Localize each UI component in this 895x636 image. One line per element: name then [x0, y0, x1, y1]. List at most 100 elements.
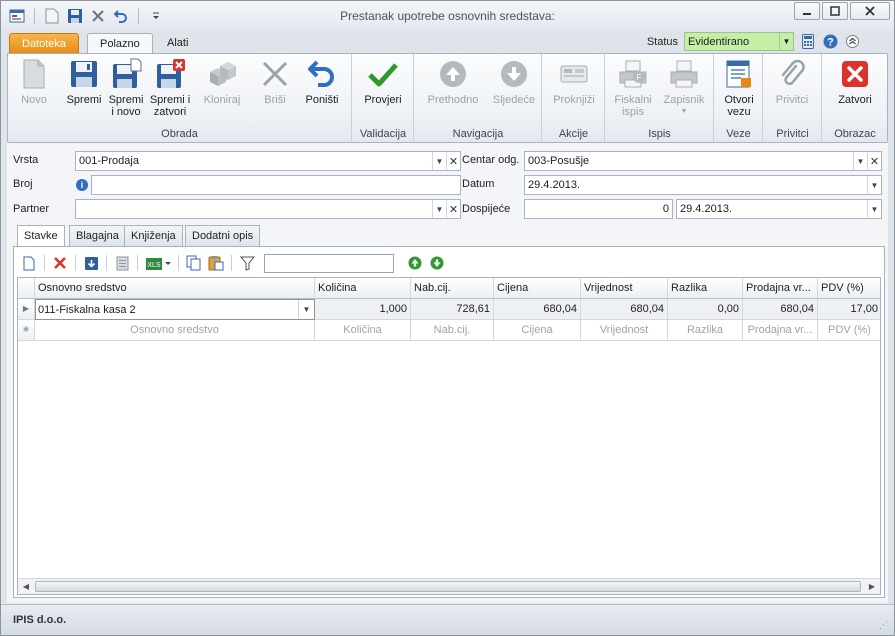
status-select[interactable]: Evidentirano ▼ — [684, 32, 794, 51]
col-header-pdv[interactable]: PDV (%) — [818, 278, 880, 299]
new-cell-nab-cij[interactable]: Nab.cij. — [411, 320, 494, 341]
vrsta-combo[interactable]: 001-Prodaja ▼ ✕ — [75, 151, 461, 171]
grid-search-input[interactable] — [264, 253, 394, 273]
move-up-icon[interactable] — [406, 254, 424, 272]
new-cell-prodajna-vr[interactable]: Prodajna vr... — [743, 320, 818, 341]
privitci-button[interactable]: Privitci — [771, 58, 813, 106]
partner-combo[interactable]: ▼ ✕ — [75, 199, 461, 219]
tab-blagajna[interactable]: Blagajna — [69, 225, 126, 246]
col-header-osnovno-sredstvo[interactable]: Osnovno sredstvo — [35, 278, 315, 299]
application-window: Prestanak upotrebe osnovnih sredstava: D… — [0, 0, 895, 636]
zapisnik-button[interactable]: Zapisnik ▼ — [660, 58, 708, 118]
proknjizi-button[interactable]: Proknjiži — [548, 58, 600, 106]
copy-icon[interactable] — [185, 254, 203, 272]
centar-combo[interactable]: 003-Posušje ▼ ✕ — [524, 151, 882, 171]
tab-knjizenja[interactable]: Knjiženja — [124, 225, 183, 246]
provjeri-button[interactable]: Provjeri — [362, 58, 404, 106]
tab-polazno[interactable]: Polazno — [87, 33, 153, 54]
clear-icon[interactable]: ✕ — [446, 200, 460, 218]
horizontal-scrollbar[interactable]: ◀ ▶ — [18, 578, 880, 594]
new-row-icon[interactable] — [20, 254, 38, 272]
tab-dodatni-opis[interactable]: Dodatni opis — [185, 225, 261, 246]
chevron-down-icon[interactable]: ▼ — [432, 200, 446, 218]
tab-alati[interactable]: Alati — [155, 33, 200, 54]
cell-vrijednost[interactable]: 680,04 — [581, 299, 668, 320]
col-header-prodajna-vr[interactable]: Prodajna vr... — [743, 278, 818, 299]
new-item-row[interactable]: ✱ Osnovno sredstvo Količina Nab.cij. Cij… — [18, 320, 880, 341]
scroll-left-icon[interactable]: ◀ — [19, 580, 33, 593]
otvori-label-2: vezu — [727, 106, 751, 118]
maximize-button[interactable] — [822, 2, 848, 20]
otvori-label-1: Otvori — [724, 94, 754, 106]
close-icon — [865, 6, 875, 16]
export-xls-icon[interactable]: XLS — [144, 254, 172, 272]
help-icon[interactable]: ? — [822, 34, 838, 50]
delete-row-icon[interactable] — [51, 254, 69, 272]
spremi-button[interactable]: Spremi — [63, 58, 105, 106]
clear-icon[interactable]: ✕ — [867, 152, 881, 170]
chevron-down-icon[interactable]: ▼ — [298, 300, 314, 319]
new-cell-kolicina[interactable]: Količina — [315, 320, 411, 341]
paste-icon[interactable] — [207, 254, 225, 272]
spremi-i-zatvori-button[interactable]: Spremi i zatvori — [149, 58, 191, 118]
fiskalni-ispis-button[interactable]: F Fiskalni ispis — [610, 58, 656, 118]
dospijece-date-picker[interactable]: 29.4.2013. ▼ — [676, 199, 882, 219]
chevron-down-icon[interactable]: ▼ — [867, 176, 881, 194]
minimize-button[interactable] — [794, 2, 820, 20]
scrollbar-thumb[interactable] — [35, 581, 861, 592]
cell-prodajna-vr[interactable]: 680,04 — [743, 299, 818, 320]
otvori-vezu-button[interactable]: Otvori vezu — [718, 58, 760, 118]
spremi-zatvori-label-2: zatvori — [153, 106, 187, 118]
col-header-razlika[interactable]: Razlika — [668, 278, 743, 299]
chevron-down-icon[interactable]: ▼ — [867, 200, 881, 218]
move-down-icon[interactable] — [428, 254, 446, 272]
chevron-down-icon[interactable]: ▼ — [853, 152, 867, 170]
col-header-nab-cij[interactable]: Nab.cij. — [411, 278, 494, 299]
table-row[interactable]: ▶ 011-Fiskalna kasa 2 ▼ 1,000 728,61 680… — [18, 299, 880, 320]
new-cell-pdv[interactable]: PDV (%) — [818, 320, 880, 341]
spremi-i-novo-button[interactable]: Spremi i novo — [105, 58, 147, 118]
cell-nab-cij[interactable]: 728,61 — [411, 299, 494, 320]
title-bar: Prestanak upotrebe osnovnih sredstava: — [1, 1, 894, 31]
new-cell-vrijednost[interactable]: Vrijednost — [581, 320, 668, 341]
filter-icon[interactable] — [238, 254, 256, 272]
ribbon-panel: Novo Spremi Spremi i novo Spremi i zatvo… — [7, 53, 888, 143]
dospijece-days-input[interactable]: 0 — [524, 199, 673, 219]
cell-cijena[interactable]: 680,04 — [494, 299, 581, 320]
delete-icon — [262, 61, 288, 87]
col-header-kolicina[interactable]: Količina — [315, 278, 411, 299]
close-window-button[interactable] — [850, 2, 890, 20]
print-grid-icon[interactable] — [113, 254, 131, 272]
save-row-icon[interactable] — [82, 254, 100, 272]
brisi-button[interactable]: Briši — [254, 58, 296, 106]
kloniraj-button[interactable]: Kloniraj — [201, 58, 243, 106]
status-area: Status Evidentirano ▼ ? — [647, 32, 860, 51]
company-name: IPIS d.o.o. — [13, 614, 67, 626]
zatvori-button[interactable]: Zatvori — [834, 58, 876, 106]
clear-icon[interactable]: ✕ — [446, 152, 460, 170]
novo-button[interactable]: Novo — [13, 58, 55, 106]
sljedece-button[interactable]: Sljedeće — [489, 58, 539, 106]
cell-kolicina[interactable]: 1,000 — [315, 299, 411, 320]
col-header-vrijednost[interactable]: Vrijednost — [581, 278, 668, 299]
osnovno-sredstvo-combo[interactable]: 011-Fiskalna kasa 2 ▼ — [35, 299, 315, 320]
brisi-label: Briši — [264, 94, 286, 106]
new-cell-razlika[interactable]: Razlika — [668, 320, 743, 341]
collapse-ribbon-icon[interactable] — [844, 34, 860, 50]
group-akcije: Proknjiži Akcije — [543, 54, 605, 142]
datum-date-picker[interactable]: 29.4.2013. ▼ — [524, 175, 882, 195]
tab-datoteka[interactable]: Datoteka — [9, 33, 80, 54]
new-cell-cijena[interactable]: Cijena — [494, 320, 581, 341]
cell-razlika[interactable]: 0,00 — [668, 299, 743, 320]
calculator-icon[interactable] — [800, 34, 816, 50]
cell-pdv[interactable]: 17,00 — [818, 299, 880, 320]
prethodno-button[interactable]: Prethodno — [423, 58, 483, 106]
resize-grip-icon[interactable]: ⋰ — [879, 620, 888, 631]
scroll-right-icon[interactable]: ▶ — [865, 580, 879, 593]
new-cell-osnovno-sredstvo[interactable]: Osnovno sredstvo — [35, 320, 315, 341]
col-header-cijena[interactable]: Cijena — [494, 278, 581, 299]
chevron-down-icon[interactable]: ▼ — [432, 152, 446, 170]
broj-input[interactable] — [91, 175, 461, 195]
tab-stavke[interactable]: Stavke — [17, 225, 65, 247]
ponisti-button[interactable]: Poništi — [301, 58, 343, 106]
